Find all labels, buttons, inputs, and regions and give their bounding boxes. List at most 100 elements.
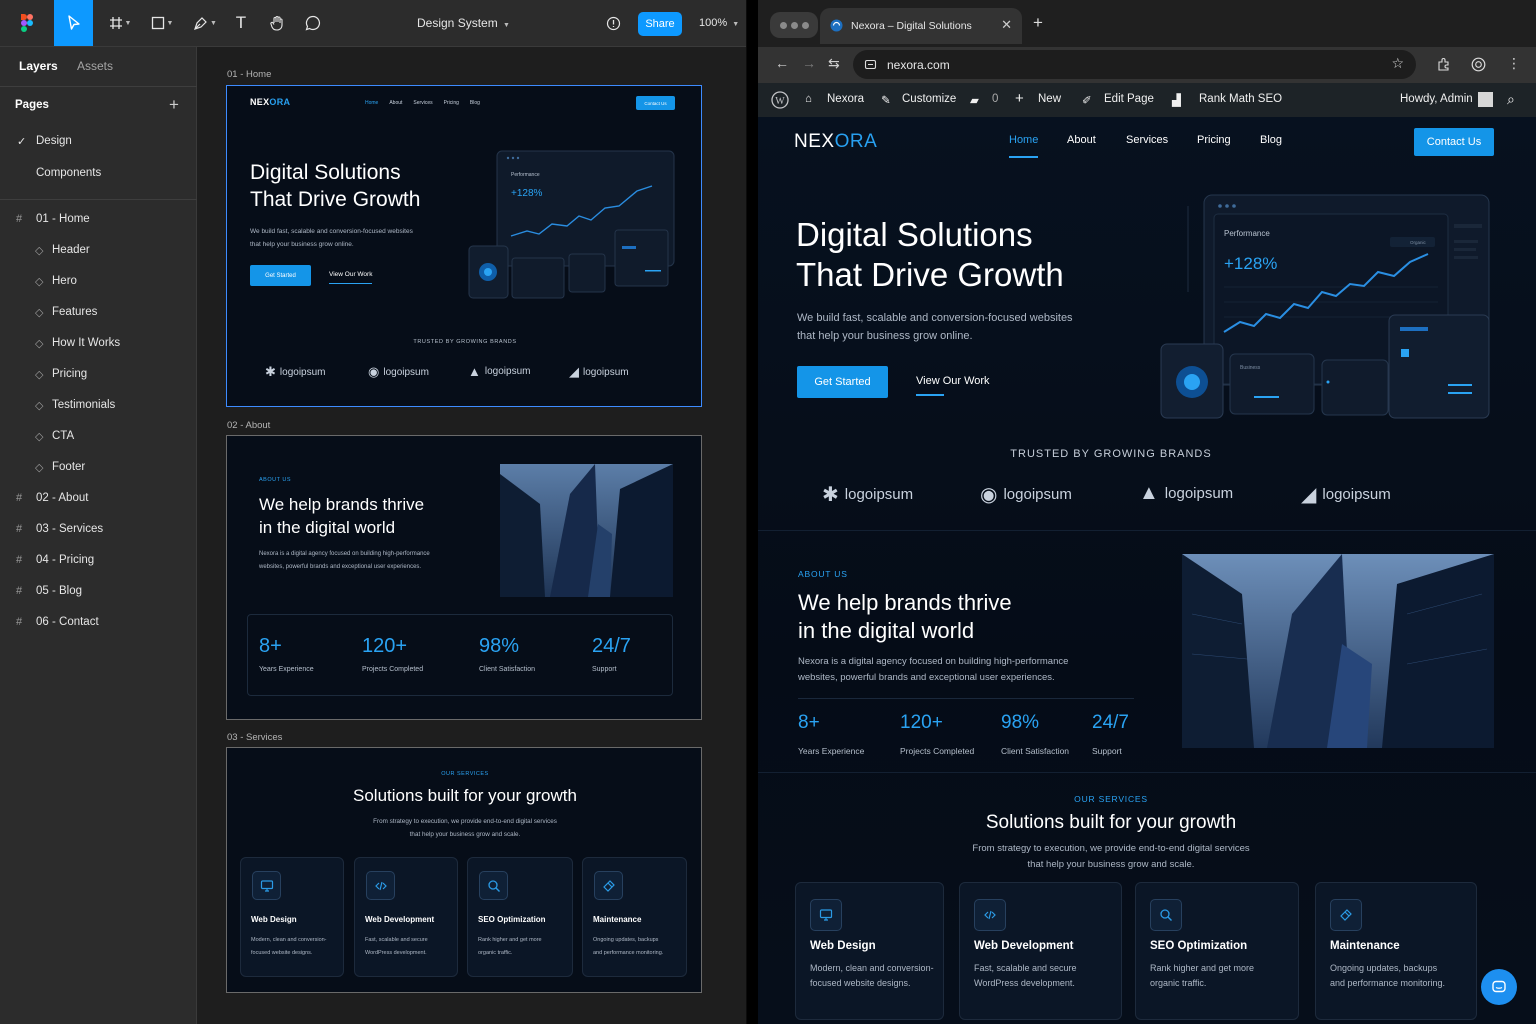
address-bar[interactable]: nexora.com ☆ — [853, 50, 1416, 79]
pen-tool-icon[interactable]: ▼ — [189, 0, 221, 46]
frame-label[interactable]: 01 - Home — [227, 69, 271, 80]
layer-item[interactable]: ◇ How It Works — [0, 328, 197, 358]
hand-tool-icon[interactable] — [266, 0, 288, 46]
comment-count[interactable]: 0 — [992, 93, 998, 105]
site-info-icon[interactable] — [864, 58, 877, 71]
file-name-menu[interactable]: Design System ▼ — [417, 16, 510, 30]
browser-tab[interactable]: Nexora – Digital Solutions ✕ — [820, 8, 1022, 44]
get-started-button[interactable]: Get Started — [797, 366, 888, 398]
figma-canvas[interactable]: 01 - Home 02 - About 03 - Services NEXOR… — [198, 47, 746, 1024]
layer-item[interactable]: ◇ Footer — [0, 452, 197, 482]
comment-tool-icon[interactable] — [302, 0, 324, 46]
mini-stat-value: 120+ — [362, 635, 408, 657]
mini-contact-button[interactable]: Contact Us — [636, 96, 675, 110]
chat-button[interactable] — [1481, 969, 1517, 1005]
link-underline — [916, 394, 944, 396]
layer-label: 06 - Contact — [36, 616, 99, 628]
wordpress-logo-icon[interactable]: W — [771, 91, 789, 109]
frame-tool-icon[interactable]: ▼ — [104, 0, 136, 46]
layer-item[interactable]: ◇ Testimonials — [0, 390, 197, 420]
avatar[interactable] — [1478, 92, 1493, 107]
page-item-design[interactable]: ✓ Design — [0, 126, 197, 156]
mini-get-started-button[interactable]: Get Started — [250, 265, 311, 286]
window-controls[interactable] — [770, 12, 818, 38]
wp-howdy-link[interactable]: Howdy, Admin — [1400, 93, 1473, 105]
nav-pricing[interactable]: Pricing — [1197, 134, 1231, 146]
mini-nav-item[interactable]: About — [389, 100, 402, 106]
services-eyebrow: OUR SERVICES — [1074, 794, 1148, 804]
layer-item[interactable]: #04 - Pricing — [0, 545, 197, 575]
frame-home[interactable]: NEXORA Home About Services Pricing Blog Cont… — [226, 85, 702, 407]
nav-home[interactable]: Home — [1009, 134, 1038, 146]
extensions-icon[interactable] — [1436, 57, 1451, 72]
frame-label[interactable]: 02 - About — [227, 420, 270, 431]
mini-stat-label: Years Experience — [259, 666, 314, 673]
layers-tab[interactable]: Layers — [19, 59, 58, 73]
mini-view-work-link[interactable]: View Our Work — [329, 271, 373, 284]
reload-icon[interactable]: ⇆ — [828, 55, 840, 72]
frame-services[interactable]: OUR SERVICES Solutions built for your gr… — [226, 747, 702, 993]
view-our-work-link[interactable]: View Our Work — [916, 375, 990, 387]
wp-site-link[interactable]: Nexora — [827, 93, 864, 105]
layer-item[interactable]: ◇ Features — [0, 297, 197, 327]
profile-icon[interactable] — [1471, 57, 1486, 72]
assets-tab[interactable]: Assets — [77, 59, 113, 73]
mini-service-title: Web Development — [365, 915, 435, 924]
comment-icon[interactable]: ▰ — [970, 93, 979, 107]
add-page-icon[interactable]: + — [169, 95, 179, 115]
search-icon[interactable]: ⌕ — [1507, 91, 1515, 108]
layer-item[interactable]: #06 - Contact — [0, 607, 197, 637]
home-icon[interactable]: ⌂ — [805, 93, 812, 105]
wp-edit-page-link[interactable]: Edit Page — [1104, 93, 1154, 105]
service-desc: Ongoing updates, backups and performance … — [1330, 963, 1446, 988]
layer-item[interactable]: #02 - About — [0, 483, 197, 513]
mini-nav-item[interactable]: Blog — [470, 100, 480, 106]
layer-label: Features — [52, 306, 98, 318]
mini-service-card[interactable]: Web Design Modern, clean and conversion-f… — [240, 857, 344, 977]
bookmark-star-icon[interactable]: ☆ — [1391, 55, 1404, 72]
text-tool-icon[interactable]: T — [230, 0, 252, 46]
contact-us-button[interactable]: Contact Us — [1414, 128, 1494, 156]
mini-nav-item[interactable]: Pricing — [444, 100, 459, 106]
component-icon: ◇ — [35, 306, 44, 319]
mini-nav-item[interactable]: Home — [365, 100, 378, 106]
shape-tool-icon[interactable]: ▼ — [146, 0, 178, 46]
layer-item[interactable]: ◇ Header — [0, 235, 197, 265]
mini-nav-item[interactable]: Services — [413, 100, 432, 106]
wp-new-link[interactable]: New — [1038, 93, 1061, 105]
layer-item[interactable]: ◇ CTA — [0, 421, 197, 451]
new-tab-icon[interactable]: + — [1033, 13, 1043, 33]
forward-icon[interactable]: → — [802, 55, 816, 71]
present-info-icon[interactable] — [602, 0, 624, 46]
figma-logo-icon[interactable] — [14, 0, 40, 46]
share-button[interactable]: Share — [638, 12, 682, 36]
service-card[interactable]: Web Development Fast, scalable and secure… — [959, 882, 1122, 1020]
site-logo[interactable]: NEXORA — [794, 131, 877, 153]
code-icon — [974, 899, 1006, 931]
layer-item[interactable]: #01 - Home — [0, 204, 197, 234]
service-card[interactable]: Maintenance Ongoing updates, backups and p… — [1315, 882, 1477, 1020]
service-card[interactable]: SEO Optimization Rank higher and get more… — [1135, 882, 1299, 1020]
layer-item[interactable]: #05 - Blog — [0, 576, 197, 606]
wp-customize-link[interactable]: Customize — [902, 93, 956, 105]
close-tab-icon[interactable]: ✕ — [1001, 17, 1012, 33]
page-item-components[interactable]: Components — [0, 158, 197, 188]
frame-about[interactable]: ABOUT US We help brands thrive in the dig… — [226, 435, 702, 720]
layer-item[interactable]: ◇ Pricing — [0, 359, 197, 389]
mini-service-card[interactable]: Web Development Fast, scalable and secure… — [354, 857, 458, 977]
zoom-menu[interactable]: 100% ▼ — [699, 17, 739, 29]
nav-services[interactable]: Services — [1126, 134, 1168, 146]
buildings-image — [1182, 554, 1494, 748]
menu-kebab-icon[interactable]: ⋮ — [1507, 55, 1521, 72]
nav-blog[interactable]: Blog — [1260, 134, 1282, 146]
mini-service-card[interactable]: SEO Optimization Rank higher and get more… — [467, 857, 573, 977]
move-tool-icon[interactable] — [54, 0, 93, 46]
layer-item[interactable]: ◇ Hero — [0, 266, 197, 296]
layer-item[interactable]: #03 - Services — [0, 514, 197, 544]
service-card[interactable]: Web Design Modern, clean and conversion-f… — [795, 882, 944, 1020]
nav-about[interactable]: About — [1067, 134, 1096, 146]
frame-label[interactable]: 03 - Services — [227, 732, 282, 743]
wp-rank-math-link[interactable]: Rank Math SEO — [1199, 93, 1282, 105]
back-icon[interactable]: ← — [775, 55, 789, 71]
mini-service-card[interactable]: Maintenance Ongoing updates, backups and p… — [582, 857, 687, 977]
